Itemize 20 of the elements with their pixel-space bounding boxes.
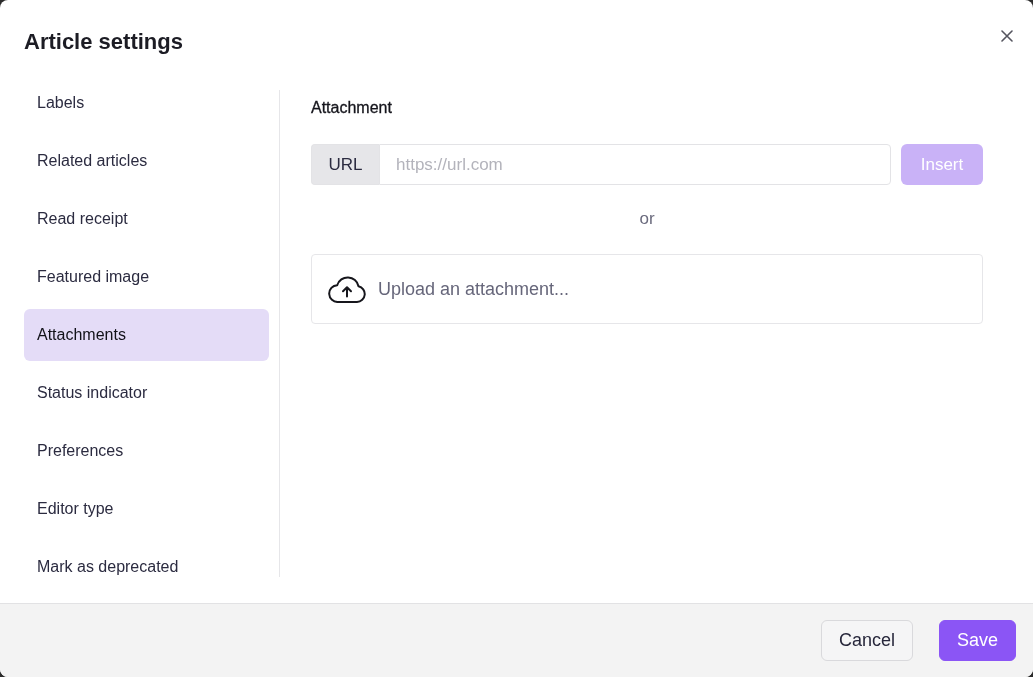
url-input[interactable]: https://url.com xyxy=(379,144,891,185)
dialog-title: Article settings xyxy=(24,28,183,56)
close-button[interactable] xyxy=(999,28,1015,44)
separator-text: or xyxy=(639,209,655,229)
sidebar-item[interactable]: Featured image xyxy=(24,251,269,303)
section-heading: Attachment xyxy=(311,98,393,118)
url-addon: URL xyxy=(311,144,379,185)
sidebar-item[interactable]: Related articles xyxy=(24,135,269,187)
sidebar-item[interactable]: Mark as deprecated xyxy=(24,541,269,593)
sidebar-item[interactable]: Editor type xyxy=(24,483,269,535)
cloud-upload-icon xyxy=(328,275,366,303)
sidebar-item[interactable]: Attachments xyxy=(24,309,269,361)
sidebar-item[interactable]: Preferences xyxy=(24,425,269,477)
sidebar-item[interactable]: Labels xyxy=(24,77,269,129)
sidebar-item[interactable]: Read receipt xyxy=(24,193,269,245)
upload-button[interactable]: Upload an attachment... xyxy=(311,254,983,324)
save-button[interactable]: Save xyxy=(938,620,1016,661)
close-icon xyxy=(1001,30,1013,42)
sidebar-item[interactable]: Status indicator xyxy=(24,367,269,419)
cancel-button[interactable]: Cancel xyxy=(820,620,913,661)
